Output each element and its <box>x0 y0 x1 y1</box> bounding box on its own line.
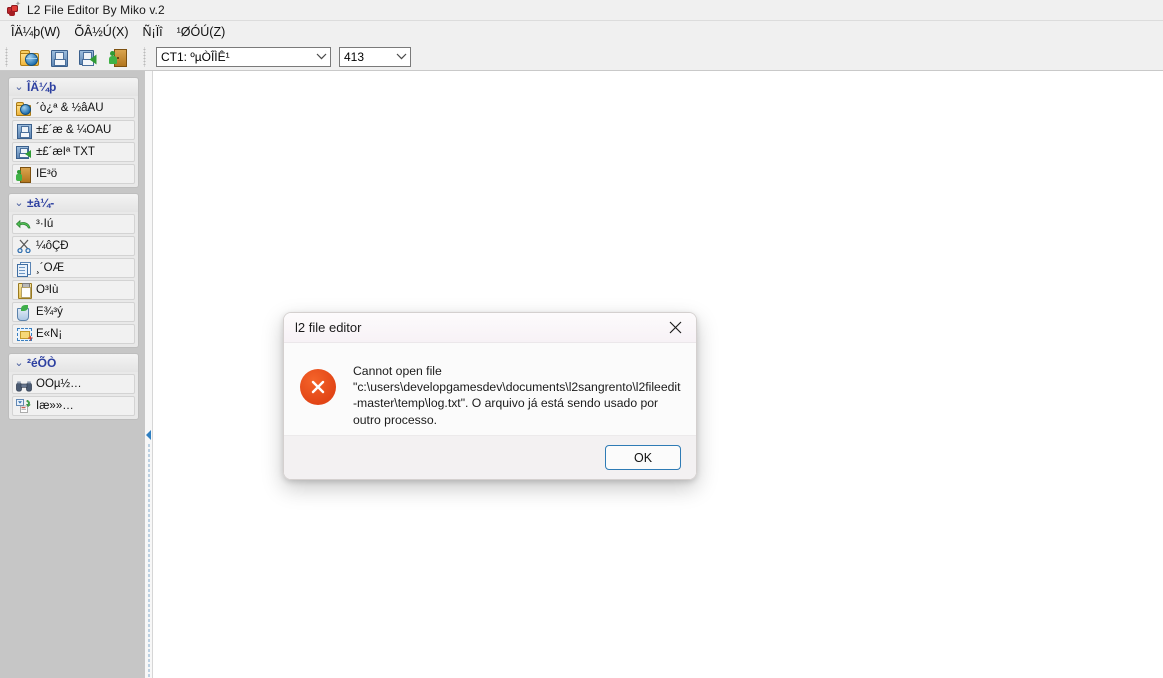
sidebar-item-label: Ìæ»»… <box>36 400 74 412</box>
title-bar: ✦ L2 File Editor By Miko v.2 <box>0 0 1163 21</box>
sidebar-item-label: È«Ñ¡ <box>36 328 63 340</box>
group-search: ⌄ ²éÕÒ ÕÒµ½… Ìæ»»… <box>8 353 139 420</box>
error-circle-x-icon <box>300 369 336 405</box>
sidebar-item-label: ±£´æÎª TXT <box>36 146 95 158</box>
group-edit-header[interactable]: ⌄ ±à¼- <box>9 194 138 212</box>
line-combo-value: 413 <box>344 49 365 64</box>
group-search-title: ²éÕÒ <box>27 356 57 370</box>
chapter-combo-value: CT1: ºµÒÎÌÊ¹ <box>161 49 230 64</box>
line-combo[interactable]: 413 <box>339 46 411 67</box>
binoculars-icon <box>16 376 32 392</box>
undo-icon <box>16 216 32 232</box>
dialog-message-line2: "c:\users\developgamesdev\documents\l2sa… <box>353 380 681 427</box>
replace-icon <box>16 398 32 414</box>
sidebar-item-label: ³·Ïú <box>36 218 54 230</box>
dialog-title: l2 file editor <box>295 320 362 335</box>
menu-about[interactable]: ¹ØÓÚ(Z) <box>170 23 233 41</box>
chevron-collapse-icon[interactable]: ⌄ <box>13 357 25 369</box>
application-window: ✦ L2 File Editor By Miko v.2 ÎÄ¼þ(W) ÕÂ½… <box>0 0 1163 678</box>
toolbar-grip-2[interactable] <box>142 46 149 67</box>
chapter-combo[interactable]: CT1: ºµÒÎÌÊ¹ <box>156 46 331 67</box>
copy-icon <box>16 260 32 277</box>
sidebar-item-label: É¾³ý <box>36 306 63 318</box>
sidebar-item-label: ¼ôÇÐ <box>36 240 69 252</box>
sidebar-item-save-as-txt[interactable]: ±£´æÎª TXT <box>12 142 135 162</box>
toolbar-grip[interactable] <box>4 46 11 67</box>
ok-button[interactable]: OK <box>605 445 681 470</box>
chevron-down-icon-2[interactable] <box>393 48 410 66</box>
open-file-button[interactable] <box>14 44 44 70</box>
sidebar-item-undo[interactable]: ³·Ïú <box>12 214 135 234</box>
sidebar-item-exit[interactable]: ÍË³ö <box>12 164 135 184</box>
floppy-export-icon <box>79 47 99 67</box>
sidebar-splitter[interactable] <box>145 71 153 678</box>
exit-door-icon <box>16 166 32 183</box>
toolbar: CT1: ºµÒÎÌÊ¹ 413 <box>0 43 1163 71</box>
group-edit-title: ±à¼- <box>27 196 55 210</box>
folder-globe-icon <box>16 100 32 116</box>
sidebar-item-replace[interactable]: Ìæ»»… <box>12 396 135 416</box>
splitter-dots <box>148 443 150 678</box>
group-file-title: ÎÄ¼þ <box>27 80 57 94</box>
group-edit: ⌄ ±à¼- ³·Ïú ¼ôÇÐ ¸´ÖÆ Õ³Ìù É¾³ý + È«Ñ¡ <box>8 193 139 348</box>
save-file-button[interactable] <box>44 44 74 70</box>
dialog-title-bar: l2 file editor <box>284 313 696 343</box>
select-all-icon: + <box>16 326 33 343</box>
sidebar-item-open-decrypt[interactable]: ´ò¿ª & ½âÃÜ <box>12 98 135 118</box>
menu-options[interactable]: Ñ¡Ïî <box>136 23 170 41</box>
menu-chapter[interactable]: ÕÂ½Ú(X) <box>67 23 135 41</box>
group-search-header[interactable]: ⌄ ²éÕÒ <box>9 354 138 372</box>
window-title: L2 File Editor By Miko v.2 <box>27 3 165 17</box>
dialog-body: Cannot open file "c:\users\developgamesd… <box>284 343 696 436</box>
exit-button[interactable] <box>104 44 134 70</box>
sidebar-item-cut[interactable]: ¼ôÇÐ <box>12 236 135 256</box>
app-icon: ✦ <box>5 1 21 18</box>
sidebar-item-label: ÕÒµ½… <box>36 378 82 390</box>
scissors-icon <box>16 238 32 254</box>
close-icon[interactable] <box>654 313 696 342</box>
exit-door-icon <box>109 47 129 67</box>
floppy-export-icon <box>16 144 32 160</box>
folder-globe-icon <box>19 47 39 67</box>
sidebar-item-label: ±£´æ & ¼ÓÃÜ <box>36 124 112 136</box>
group-file: ⌄ ÎÄ¼þ ´ò¿ª & ½âÃÜ ±£´æ & ¼ÓÃÜ ±£´æÎª TX… <box>8 77 139 188</box>
save-txt-button[interactable] <box>74 44 104 70</box>
chevron-collapse-icon[interactable]: ⌄ <box>13 197 25 209</box>
sidebar-item-select-all[interactable]: + È«Ñ¡ <box>12 324 135 344</box>
paste-special-icon <box>16 304 32 321</box>
sidebar: ⌄ ÎÄ¼þ ´ò¿ª & ½âÃÜ ±£´æ & ¼ÓÃÜ ±£´æÎª TX… <box>0 71 145 678</box>
paste-icon <box>16 282 32 299</box>
sidebar-item-save-encrypt[interactable]: ±£´æ & ¼ÓÃÜ <box>12 120 135 140</box>
sidebar-item-label: Õ³Ìù <box>36 284 59 296</box>
sidebar-item-copy[interactable]: ¸´ÖÆ <box>12 258 135 278</box>
sidebar-item-find[interactable]: ÕÒµ½… <box>12 374 135 394</box>
sidebar-item-label: ÍË³ö <box>36 168 58 180</box>
dialog-message: Cannot open file "c:\users\developgamesd… <box>353 359 682 436</box>
dialog-message-line1: Cannot open file <box>353 364 442 378</box>
sidebar-item-delete[interactable]: É¾³ý <box>12 302 135 322</box>
sidebar-item-label: ¸´ÖÆ <box>36 262 65 274</box>
error-dialog: l2 file editor Cannot open file "c:\user… <box>283 312 697 480</box>
chevron-collapse-icon[interactable]: ⌄ <box>13 81 25 93</box>
chevron-down-icon[interactable] <box>313 48 330 66</box>
sidebar-item-paste[interactable]: Õ³Ìù <box>12 280 135 300</box>
floppy-icon <box>16 122 32 139</box>
floppy-icon <box>49 47 69 67</box>
dialog-footer: OK <box>284 435 696 479</box>
collapse-sidebar-arrow-icon[interactable] <box>146 429 152 441</box>
menu-bar: ÎÄ¼þ(W) ÕÂ½Ú(X) Ñ¡Ïî ¹ØÓÚ(Z) <box>0 21 1163 43</box>
menu-file[interactable]: ÎÄ¼þ(W) <box>4 23 67 41</box>
sidebar-item-label: ´ò¿ª & ½âÃÜ <box>36 102 104 114</box>
group-file-header[interactable]: ⌄ ÎÄ¼þ <box>9 78 138 96</box>
